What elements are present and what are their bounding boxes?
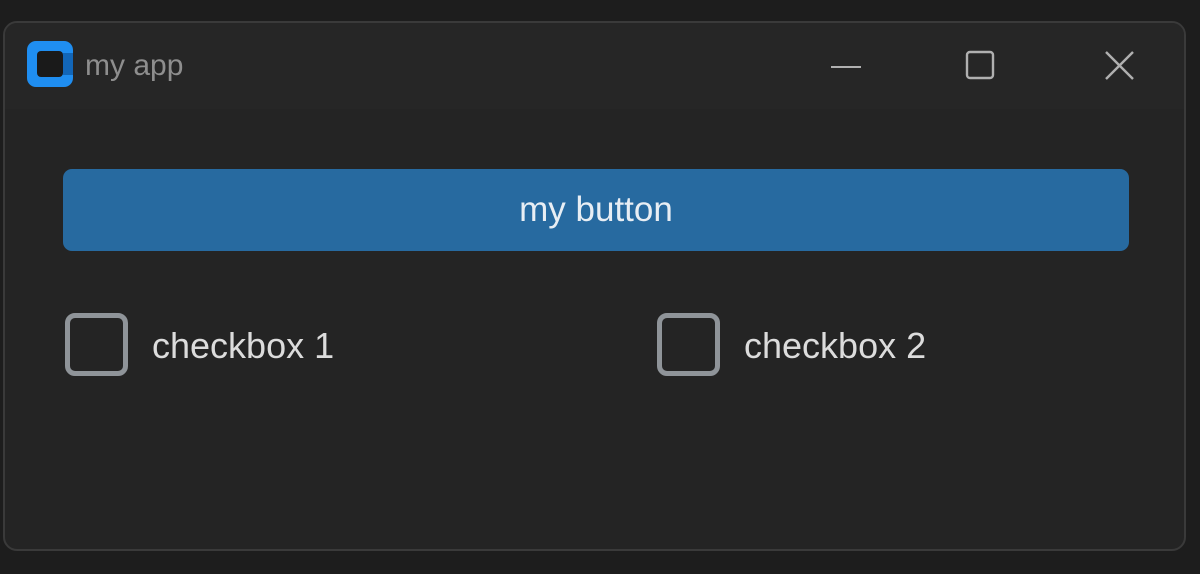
title-bar[interactable]: my app bbox=[5, 23, 1184, 109]
window-title: my app bbox=[85, 49, 184, 82]
close-button[interactable] bbox=[1100, 43, 1140, 83]
app-window: my app my button checkbox 1 checkbox 2 bbox=[3, 21, 1186, 551]
app-logo-icon bbox=[27, 41, 73, 87]
my-button[interactable]: my button bbox=[63, 169, 1129, 251]
maximize-button[interactable] bbox=[960, 43, 1000, 83]
minimize-icon bbox=[831, 66, 861, 68]
checkbox-1-box[interactable] bbox=[65, 313, 128, 376]
minimize-button[interactable] bbox=[825, 43, 865, 83]
checkbox-1-label[interactable]: checkbox 1 bbox=[152, 326, 334, 366]
checkbox-2-label[interactable]: checkbox 2 bbox=[744, 326, 926, 366]
close-icon bbox=[1105, 51, 1134, 80]
checkbox-2-box[interactable] bbox=[657, 313, 720, 376]
maximize-icon bbox=[965, 50, 995, 80]
